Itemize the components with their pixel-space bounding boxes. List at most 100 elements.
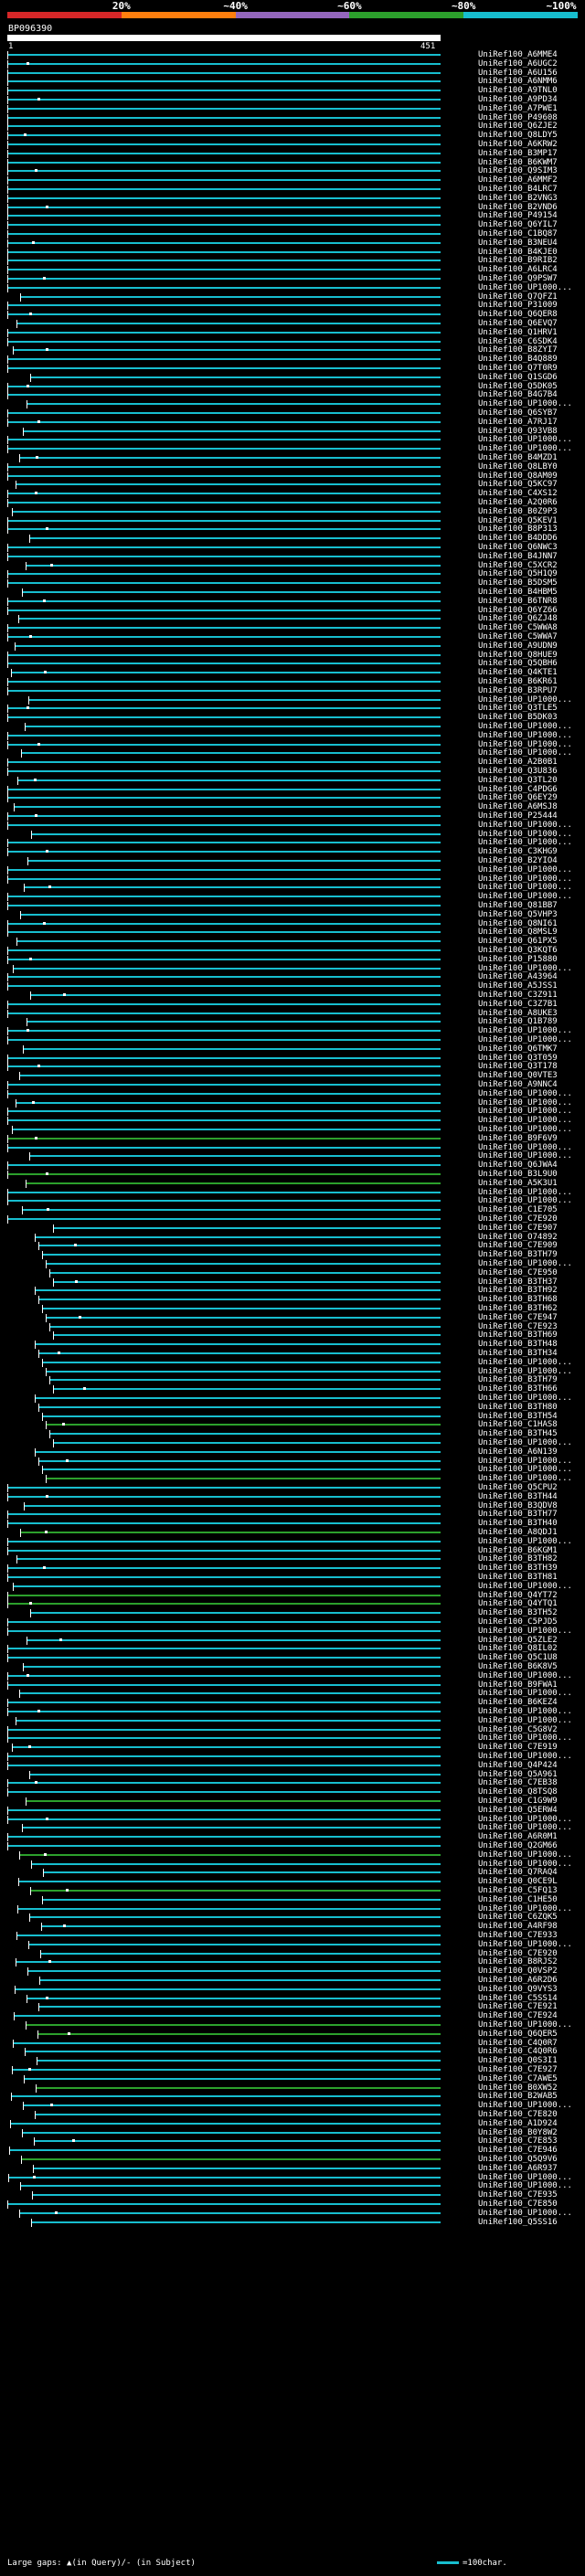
hit-alignment-line[interactable]: [7, 1200, 441, 1203]
hit-alignment-line[interactable]: [7, 394, 441, 397]
hit-id-link[interactable]: UniRef100_A7PWE1: [478, 104, 581, 113]
hit-alignment-line[interactable]: [28, 698, 441, 701]
hit-alignment-line[interactable]: [12, 510, 441, 513]
hit-id-link[interactable]: UniRef100_A6MME4: [478, 50, 581, 59]
hit-id-link[interactable]: UniRef100_Q3KQT6: [478, 946, 581, 955]
hit-alignment-line[interactable]: [7, 215, 441, 217]
hit-id-link[interactable]: UniRef100_C7E907: [478, 1224, 581, 1233]
hit-alignment-line[interactable]: [22, 2131, 441, 2134]
hit-id-link[interactable]: UniRef100_UP1000...: [478, 1089, 581, 1098]
hit-id-link[interactable]: UniRef100_C3KHG9: [478, 847, 581, 856]
hit-id-link[interactable]: UniRef100_UP1000...: [478, 1259, 581, 1268]
hit-alignment-line[interactable]: [7, 582, 441, 585]
hit-id-link[interactable]: UniRef100_B6KEZ4: [478, 1698, 581, 1707]
hit-alignment-line[interactable]: [7, 573, 441, 576]
hit-alignment-line[interactable]: [7, 1540, 441, 1542]
hit-alignment-line[interactable]: [46, 1478, 441, 1480]
hit-id-link[interactable]: UniRef100_B4HBM5: [478, 588, 581, 597]
hit-alignment-line[interactable]: [7, 1146, 441, 1149]
hit-id-link[interactable]: UniRef100_Q6ZJ48: [478, 614, 581, 623]
hit-alignment-line[interactable]: [7, 474, 441, 477]
hit-alignment-line[interactable]: [19, 1853, 441, 1856]
hit-id-link[interactable]: UniRef100_O74892: [478, 1233, 581, 1242]
hit-id-link[interactable]: UniRef100_C7E850: [478, 2200, 581, 2209]
hit-id-link[interactable]: UniRef100_Q4YT72: [478, 1591, 581, 1600]
hit-id-link[interactable]: UniRef100_UP1000...: [478, 1107, 581, 1116]
hit-alignment-line[interactable]: [7, 985, 441, 988]
hit-alignment-line[interactable]: [13, 967, 441, 970]
hit-id-link[interactable]: UniRef100_Q9PSW7: [478, 274, 581, 283]
hit-alignment-line[interactable]: [27, 1997, 441, 1999]
hit-id-link[interactable]: UniRef100_Q6YZ66: [478, 606, 581, 615]
hit-id-link[interactable]: UniRef100_B3TH62: [478, 1304, 581, 1313]
hit-alignment-line[interactable]: [46, 1316, 441, 1319]
hit-alignment-line[interactable]: [14, 2015, 441, 2018]
hit-alignment-line[interactable]: [35, 1450, 441, 1453]
hit-id-link[interactable]: UniRef100_UP1000...: [478, 1438, 581, 1447]
hit-id-link[interactable]: UniRef100_B4JNN7: [478, 552, 581, 561]
hit-id-link[interactable]: UniRef100_A6N139: [478, 1447, 581, 1457]
hit-id-link[interactable]: UniRef100_UP1000...: [478, 1098, 581, 1108]
hit-id-link[interactable]: UniRef100_UP1000...: [478, 838, 581, 847]
hit-id-link[interactable]: UniRef100_A7RJ17: [478, 418, 581, 427]
hit-alignment-line[interactable]: [7, 241, 441, 244]
hit-id-link[interactable]: UniRef100_Q5C1U8: [478, 1653, 581, 1662]
hit-id-link[interactable]: UniRef100_UP1000...: [478, 1358, 581, 1367]
hit-alignment-line[interactable]: [7, 823, 441, 826]
hit-id-link[interactable]: UniRef100_C6SDK4: [478, 337, 581, 346]
hit-id-link[interactable]: UniRef100_UP1000...: [478, 1537, 581, 1546]
hit-alignment-line[interactable]: [40, 1952, 441, 1955]
hit-id-link[interactable]: UniRef100_A5JSS1: [478, 981, 581, 991]
hit-alignment-line[interactable]: [7, 949, 441, 951]
hit-alignment-line[interactable]: [15, 1988, 441, 1990]
hit-alignment-line[interactable]: [7, 1629, 441, 1632]
hit-id-link[interactable]: UniRef100_P49608: [478, 113, 581, 122]
hit-alignment-line[interactable]: [7, 851, 441, 853]
hit-alignment-line[interactable]: [7, 1711, 441, 1712]
hit-alignment-line[interactable]: [10, 2122, 441, 2125]
hit-id-link[interactable]: UniRef100_Q5Q9V6: [478, 2155, 581, 2164]
hit-id-link[interactable]: UniRef100_A6R0M1: [478, 1832, 581, 1841]
hit-id-link[interactable]: UniRef100_Q5QBH6: [478, 659, 581, 668]
hit-id-link[interactable]: UniRef100_B9FWA1: [478, 1680, 581, 1690]
hit-id-link[interactable]: UniRef100_Q8HUE9: [478, 651, 581, 660]
hit-id-link[interactable]: UniRef100_UP1000...: [478, 1689, 581, 1698]
hit-alignment-line[interactable]: [7, 493, 441, 495]
hit-alignment-line[interactable]: [53, 1226, 441, 1229]
hit-alignment-line[interactable]: [7, 439, 441, 441]
hit-id-link[interactable]: UniRef100_Q81BB7: [478, 901, 581, 910]
hit-alignment-line[interactable]: [7, 761, 441, 764]
hit-alignment-line[interactable]: [7, 1495, 441, 1498]
hit-alignment-line[interactable]: [35, 1235, 441, 1238]
hit-alignment-line[interactable]: [7, 788, 441, 790]
hit-alignment-line[interactable]: [16, 1719, 441, 1722]
hit-id-link[interactable]: UniRef100_C4Q0R6: [478, 2047, 581, 2056]
hit-id-link[interactable]: UniRef100_Q6TMK7: [478, 1044, 581, 1054]
hit-id-link[interactable]: UniRef100_UP1000...: [478, 1035, 581, 1044]
hit-id-link[interactable]: UniRef100_C4Q0R7: [478, 2039, 581, 2048]
hit-id-link[interactable]: UniRef100_Q7RAQ4: [478, 1868, 581, 1877]
hit-id-link[interactable]: UniRef100_B3TH79: [478, 1250, 581, 1259]
hit-id-link[interactable]: UniRef100_UP1000...: [478, 444, 581, 453]
hit-alignment-line[interactable]: [7, 1549, 441, 1552]
hit-alignment-line[interactable]: [7, 546, 441, 548]
hit-alignment-line[interactable]: [30, 1612, 441, 1615]
hit-id-link[interactable]: UniRef100_UP1000...: [478, 435, 581, 444]
hit-alignment-line[interactable]: [7, 1092, 441, 1095]
hit-alignment-line[interactable]: [11, 2095, 441, 2098]
hit-id-link[interactable]: UniRef100_UP1000...: [478, 1627, 581, 1636]
hit-id-link[interactable]: UniRef100_B3L9U0: [478, 1170, 581, 1179]
hit-alignment-line[interactable]: [7, 1030, 441, 1033]
hit-alignment-line[interactable]: [7, 1173, 441, 1175]
hit-id-link[interactable]: UniRef100_C1BQ87: [478, 229, 581, 239]
hit-alignment-line[interactable]: [7, 663, 441, 665]
hit-alignment-line[interactable]: [7, 2203, 441, 2205]
hit-alignment-line[interactable]: [7, 770, 441, 772]
hit-alignment-line[interactable]: [7, 233, 441, 235]
hit-alignment-line[interactable]: [17, 779, 441, 781]
hit-id-link[interactable]: UniRef100_UP1000...: [478, 821, 581, 830]
hit-id-link[interactable]: UniRef100_UP1000...: [478, 2020, 581, 2030]
hit-alignment-line[interactable]: [12, 1746, 441, 1749]
hit-id-link[interactable]: UniRef100_B3TH44: [478, 1492, 581, 1501]
hit-id-link[interactable]: UniRef100_UP1000...: [478, 731, 581, 740]
